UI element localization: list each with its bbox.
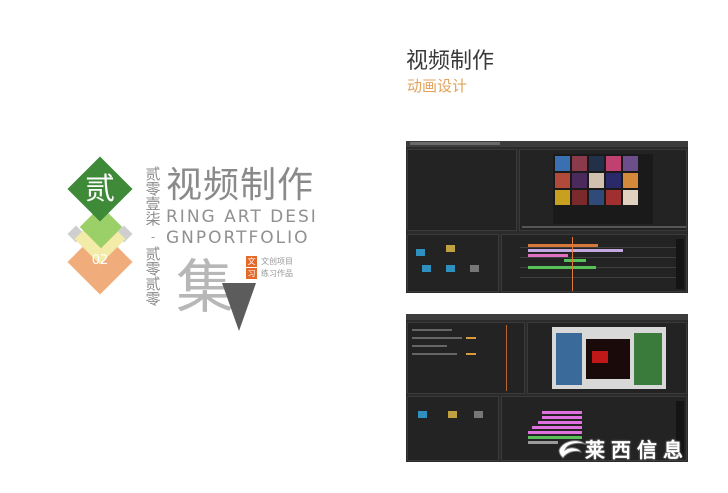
preview-tile (572, 190, 587, 205)
timeline-clip[interactable] (564, 259, 586, 262)
effect-row (412, 353, 457, 355)
effect-value[interactable] (466, 353, 476, 355)
watermark-swirl-icon (558, 440, 587, 459)
preview-tile (555, 173, 570, 188)
diamond-char: 贰 (85, 172, 115, 207)
timeline-track (520, 257, 680, 258)
effect-row (412, 337, 462, 339)
timeline-clip[interactable] (528, 254, 568, 257)
clip-thumbnail[interactable] (446, 265, 455, 272)
vertical-dash: - (150, 230, 156, 244)
keyframe-line (506, 325, 507, 391)
timeline-clip[interactable] (542, 416, 582, 419)
english-line-1: RING ART DESI (166, 207, 318, 227)
vertical-year-end: 贰零贰零 (145, 245, 161, 308)
folder-icon[interactable] (448, 411, 457, 418)
playhead[interactable] (572, 237, 573, 291)
timeline-clip[interactable] (528, 431, 582, 434)
preview-tile (606, 190, 621, 205)
preview-tile (555, 156, 570, 171)
scene-title-block (592, 351, 608, 363)
preview-tile (589, 156, 604, 171)
timeline-track (520, 247, 680, 248)
playback-scrubber[interactable] (522, 226, 686, 228)
clip-thumbnail[interactable] (470, 265, 479, 272)
3d-scene-preview (552, 327, 666, 389)
effect-controls-panel (407, 322, 525, 394)
timeline-clip[interactable] (528, 244, 598, 247)
watermark-text: 莱西信息 (585, 438, 689, 462)
english-line-2: GNPORTFOLIO (166, 228, 310, 248)
timeline-clip[interactable] (528, 441, 558, 444)
section-number: 02 (91, 253, 109, 268)
folder-icon[interactable] (446, 245, 455, 252)
preview-tile (555, 190, 570, 205)
preview-tile (589, 173, 604, 188)
clip-thumbnail[interactable] (474, 411, 483, 418)
preview-tile (589, 190, 604, 205)
vertical-year-start: 贰零壹柒 (145, 165, 161, 228)
clip-thumbnail[interactable] (422, 265, 431, 272)
source-panel (407, 149, 517, 231)
left-title: 视频制作 (166, 165, 315, 206)
preview-tile (606, 156, 621, 171)
preview-tile (572, 156, 587, 171)
editor-menu (410, 142, 500, 145)
preview-tile (572, 173, 587, 188)
preview-tile (623, 190, 638, 205)
tag-mark-1: 文 (246, 256, 257, 267)
timeline-panel (501, 234, 687, 292)
timeline-clip[interactable] (528, 266, 596, 269)
clip-thumbnail[interactable] (418, 411, 427, 418)
clip-thumbnail[interactable] (416, 249, 425, 256)
timeline-clip[interactable] (542, 411, 582, 414)
editor-titlebar (406, 314, 688, 320)
program-preview (553, 154, 653, 224)
timeline-clip[interactable] (532, 426, 582, 429)
timeline-clip[interactable] (538, 421, 582, 424)
preview-tile (606, 173, 621, 188)
scene-wall-right (634, 333, 662, 385)
right-subtitle: 动画设计 (407, 77, 468, 95)
tag-text-2: 练习作品 (261, 269, 293, 278)
timeline-clip[interactable] (528, 249, 623, 252)
project-panel (407, 234, 499, 292)
scene-wall-center (586, 339, 630, 379)
right-title: 视频制作 (406, 49, 495, 74)
effect-row (412, 345, 447, 347)
project-panel (407, 396, 499, 461)
program-monitor (527, 322, 687, 394)
audio-meter (676, 239, 684, 289)
effect-value[interactable] (466, 337, 476, 339)
editor-screenshot-1 (406, 141, 688, 293)
preview-tile (623, 173, 638, 188)
tag-text-1: 文创项目 (261, 257, 293, 266)
scene-wall-left (556, 333, 582, 385)
dark-wedge-shape (222, 283, 256, 331)
tag-mark-2: 习 (246, 268, 257, 279)
effect-row (412, 329, 452, 331)
preview-tile (623, 156, 638, 171)
timeline-track (520, 277, 680, 278)
program-monitor (519, 149, 687, 231)
